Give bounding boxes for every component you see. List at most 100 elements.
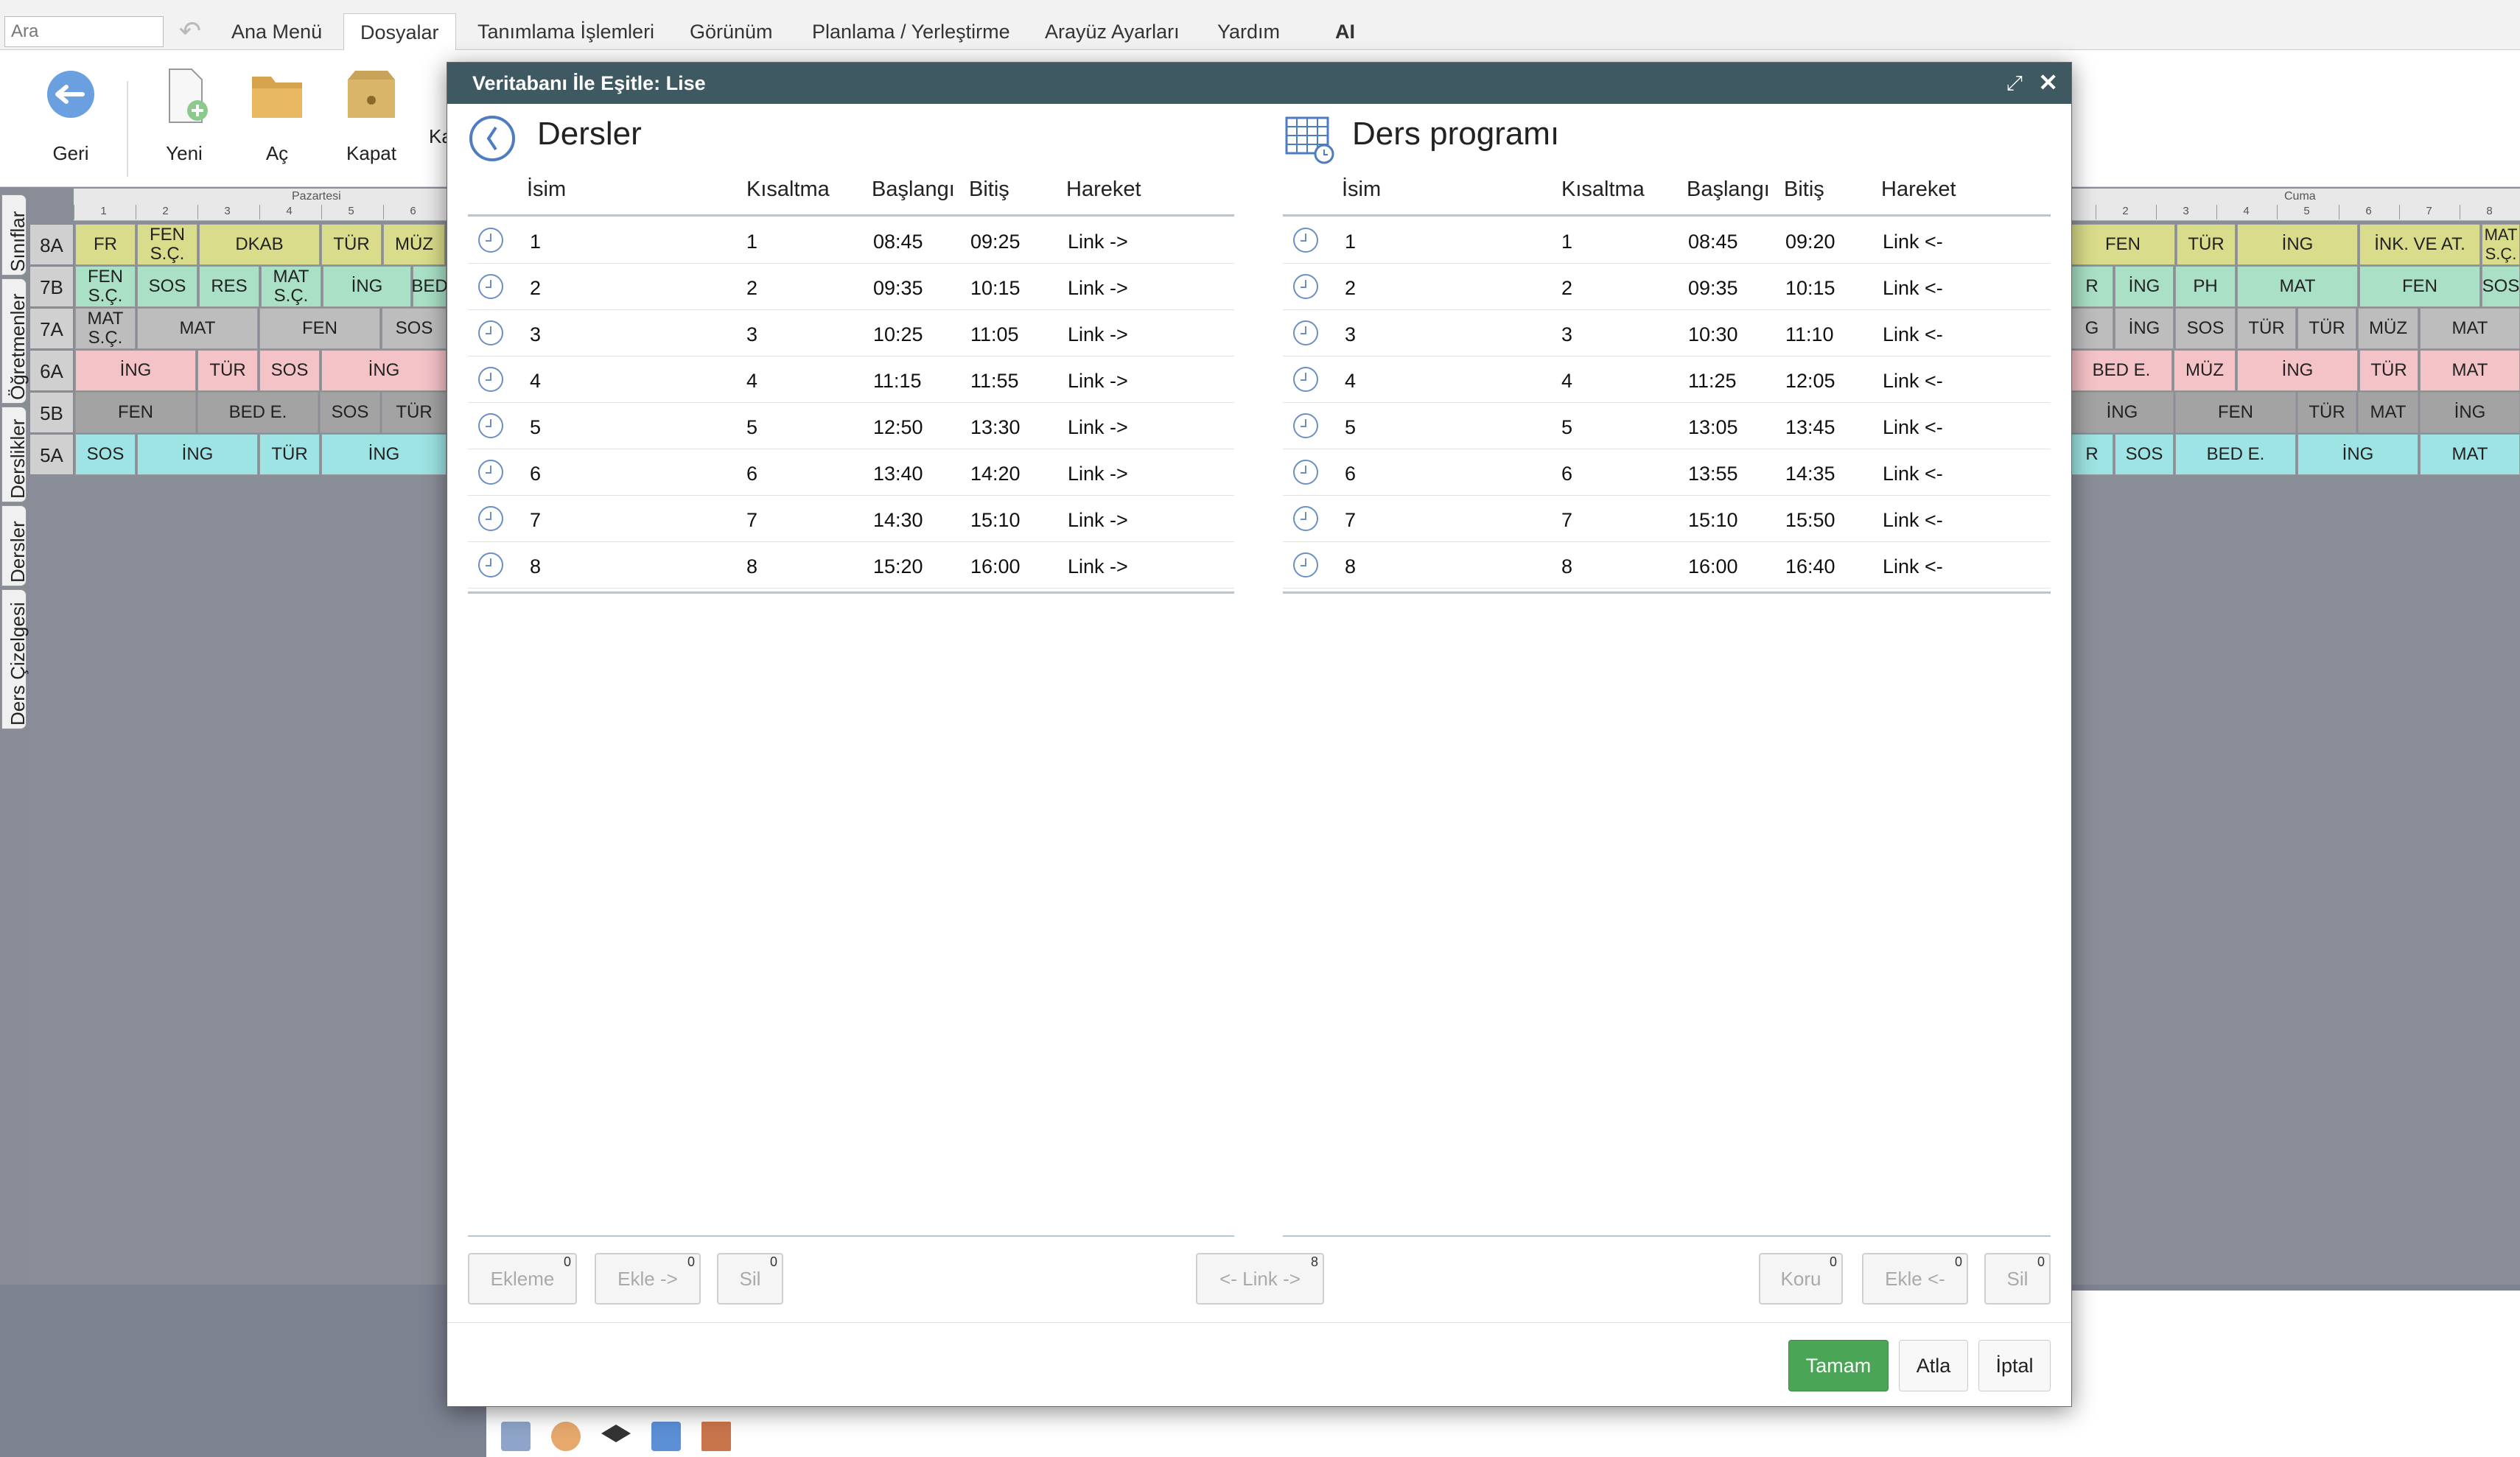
lesson-cell[interactable]: TÜR <box>2297 392 2356 433</box>
undo-icon[interactable]: ↶ <box>174 16 206 46</box>
lesson-cell[interactable]: R <box>2071 266 2113 307</box>
lesson-cell[interactable]: SOS <box>2175 308 2236 349</box>
table-row[interactable]: 2 2 09:35 10:15 Link <- <box>1283 264 2051 310</box>
lesson-cell[interactable]: MAT S.Ç. <box>261 266 321 307</box>
add-left-button[interactable]: Ekle <- 0 <box>1862 1253 1968 1305</box>
cell-action[interactable]: Link -> <box>1068 231 1128 253</box>
skip-button[interactable]: Atla <box>1899 1340 1968 1391</box>
link-button[interactable]: <- Link -> 8 <box>1196 1253 1324 1305</box>
back-button[interactable]: Geri <box>27 65 115 183</box>
lesson-cell[interactable]: İNG <box>323 266 411 307</box>
tab-ders-cizelgesi[interactable]: Ders Çizelgesi <box>1 589 29 729</box>
lesson-cell[interactable]: MAT <box>2237 266 2358 307</box>
menu-ai[interactable]: AI <box>1319 13 1371 50</box>
table-row[interactable]: 4 4 11:15 11:55 Link -> <box>468 357 1234 403</box>
lesson-cell[interactable]: FR <box>75 224 136 265</box>
menu-planlama[interactable]: Planlama / Yerleştirme <box>796 13 1026 50</box>
lesson-cell[interactable]: SOS <box>2115 434 2174 475</box>
table-row[interactable]: 3 3 10:30 11:10 Link <- <box>1283 310 2051 357</box>
tab-dersler[interactable]: Dersler <box>1 505 29 586</box>
table-row[interactable]: 3 3 10:25 11:05 Link -> <box>468 310 1234 357</box>
tab-siniflar[interactable]: Sınıflar <box>1 194 29 275</box>
col-header-start[interactable]: Başlangı <box>1687 178 1770 202</box>
menu-tanimlama[interactable]: Tanımlama İşlemleri <box>461 13 671 50</box>
lesson-cell[interactable]: FEN <box>2175 392 2296 433</box>
lesson-cell[interactable]: PH <box>2175 266 2236 307</box>
lesson-cell[interactable]: BED <box>411 266 448 307</box>
lesson-cell[interactable]: FEN S.Ç. <box>137 224 197 265</box>
lesson-cell[interactable]: BED E. <box>2071 350 2172 391</box>
keep-button[interactable]: Koru 0 <box>1759 1253 1843 1305</box>
lesson-cell[interactable]: İNG <box>321 350 447 391</box>
lesson-cell[interactable]: SOS <box>259 350 320 391</box>
tab-ogretmenler[interactable]: Öğretmenler <box>1 278 29 404</box>
lesson-cell[interactable]: MAT <box>2420 350 2520 391</box>
delete-right-button[interactable]: Sil 0 <box>1984 1253 2051 1305</box>
table-row[interactable]: 6 6 13:40 14:20 Link -> <box>468 449 1234 496</box>
col-header-abbr[interactable]: Kısaltma <box>1561 178 1645 202</box>
cell-action[interactable]: Link -> <box>1068 416 1128 439</box>
lesson-cell[interactable]: TÜR <box>2237 308 2296 349</box>
cell-action[interactable]: Link <- <box>1883 463 1943 485</box>
table-row[interactable]: 5 5 13:05 13:45 Link <- <box>1283 403 2051 449</box>
cell-action[interactable]: Link -> <box>1068 277 1128 300</box>
table-row[interactable]: 1 1 08:45 09:25 Link -> <box>468 217 1234 264</box>
ok-button[interactable]: Tamam <box>1788 1340 1889 1391</box>
cell-action[interactable]: Link -> <box>1068 323 1128 346</box>
col-header-action[interactable]: Hareket <box>1881 178 1956 202</box>
tab-derslikler[interactable]: Derslikler <box>1 407 29 502</box>
add-right-button[interactable]: Ekle -> 0 <box>595 1253 701 1305</box>
lesson-cell[interactable]: TÜR <box>197 350 258 391</box>
table-row[interactable]: 5 5 12:50 13:30 Link -> <box>468 403 1234 449</box>
cell-action[interactable]: Link <- <box>1883 231 1943 253</box>
teacher-icon[interactable] <box>551 1422 581 1451</box>
lesson-cell[interactable]: DKAB <box>199 224 320 265</box>
table-row[interactable]: 1 1 08:45 09:20 Link <- <box>1283 217 2051 264</box>
lesson-cell[interactable]: MAT <box>2358 392 2418 433</box>
cell-action[interactable]: Link <- <box>1883 509 1943 532</box>
lesson-cell[interactable]: FEN <box>75 392 196 433</box>
lesson-cell[interactable]: MAT S.Ç. <box>75 308 136 349</box>
lesson-cell[interactable]: MÜZ <box>2358 308 2418 349</box>
cell-action[interactable]: Link <- <box>1883 370 1943 393</box>
table-row[interactable]: 4 4 11:25 12:05 Link <- <box>1283 357 2051 403</box>
lesson-cell[interactable]: SOS <box>2482 266 2520 307</box>
open-button[interactable]: Aç <box>233 65 321 183</box>
lesson-cell[interactable]: MÜZ <box>2174 350 2236 391</box>
book-icon[interactable] <box>651 1422 681 1451</box>
cell-action[interactable]: Link <- <box>1883 323 1943 346</box>
table-row[interactable]: 7 7 15:10 15:50 Link <- <box>1283 496 2051 542</box>
ekleme-button[interactable]: Ekleme 0 <box>468 1253 577 1305</box>
cell-action[interactable]: Link <- <box>1883 555 1943 578</box>
lesson-cell[interactable]: TÜR <box>321 224 382 265</box>
lesson-cell[interactable]: TÜR <box>2359 350 2418 391</box>
menu-dosyalar[interactable]: Dosyalar <box>343 13 456 50</box>
lesson-cell[interactable]: İNG <box>2237 224 2358 265</box>
lesson-cell[interactable]: G <box>2071 308 2113 349</box>
lesson-cell[interactable]: İNG <box>2115 266 2174 307</box>
lesson-cell[interactable]: İNK. VE AT. <box>2359 224 2480 265</box>
col-header-action[interactable]: Hareket <box>1066 178 1141 202</box>
lesson-cell[interactable]: SOS <box>320 392 380 433</box>
lesson-cell[interactable]: FEN <box>2359 266 2480 307</box>
door-icon[interactable] <box>701 1422 731 1451</box>
cell-action[interactable]: Link -> <box>1068 509 1128 532</box>
col-header-name[interactable]: İsim <box>1342 178 1381 202</box>
lesson-cell[interactable]: FEN <box>2071 224 2175 265</box>
lesson-cell[interactable]: TÜR <box>259 434 320 475</box>
lesson-cell[interactable]: SOS <box>382 308 447 349</box>
col-header-end[interactable]: Bitiş <box>1784 178 1824 202</box>
lesson-cell[interactable]: SOS <box>75 434 136 475</box>
lesson-cell[interactable]: İNG <box>2071 392 2174 433</box>
lesson-cell[interactable]: BED E. <box>197 392 318 433</box>
lesson-cell[interactable]: MAT <box>137 308 258 349</box>
lesson-cell[interactable]: TÜR <box>2297 308 2356 349</box>
menu-ana-menu[interactable]: Ana Menü <box>215 13 338 50</box>
lesson-cell[interactable]: İNG <box>2297 434 2418 475</box>
lesson-cell[interactable]: MÜZ <box>383 224 445 265</box>
lesson-cell[interactable]: İNG <box>2115 308 2174 349</box>
lesson-cell[interactable]: R <box>2071 434 2113 475</box>
close-file-button[interactable]: Kapat <box>327 65 416 183</box>
lesson-cell[interactable]: İNG <box>321 434 447 475</box>
delete-left-button[interactable]: Sil 0 <box>717 1253 783 1305</box>
